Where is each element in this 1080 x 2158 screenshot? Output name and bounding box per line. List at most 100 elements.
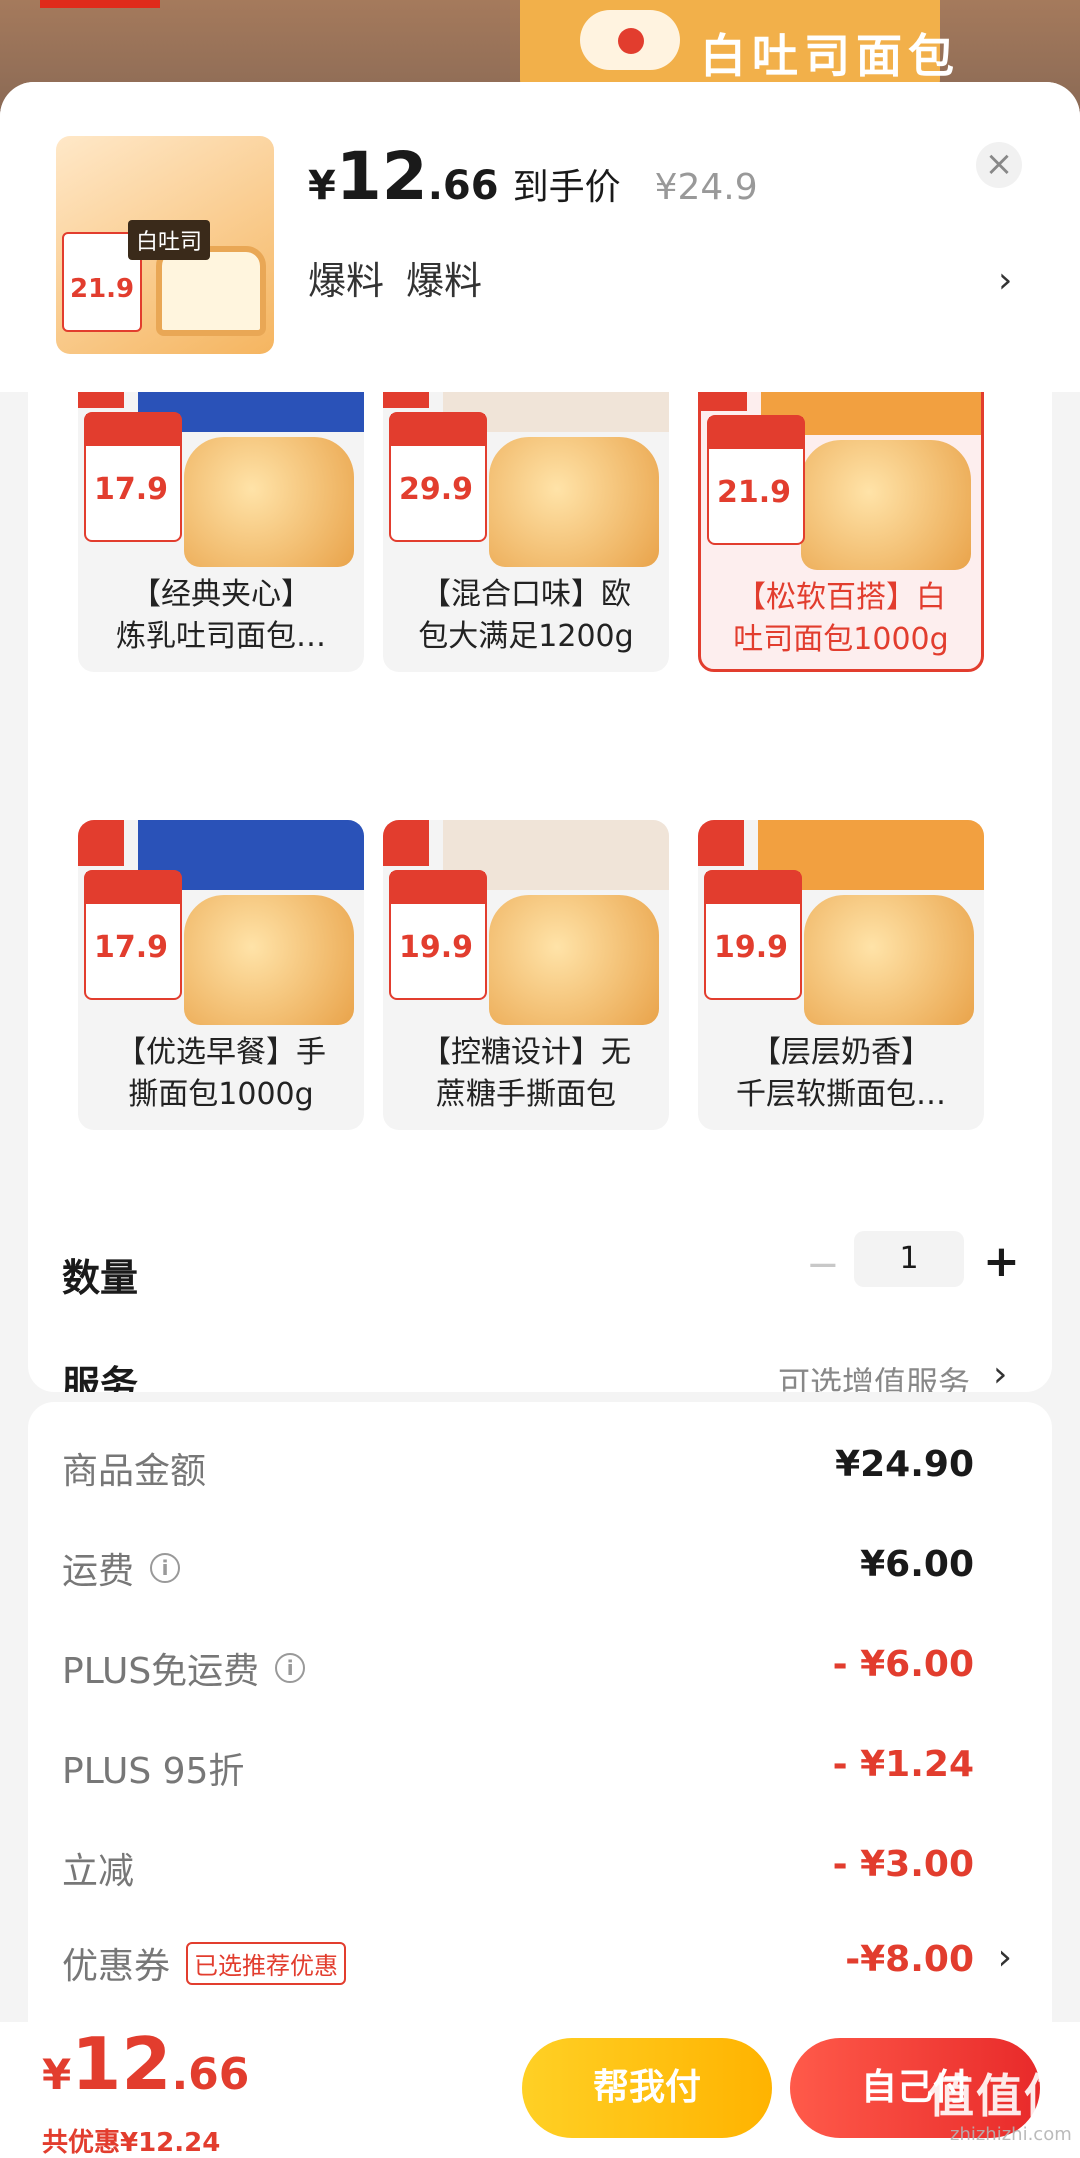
summary-label: PLUS免运费 [62,1651,260,1692]
variant-title-line1: 【经典夹心】 [131,577,311,612]
variant-caption: 【控糖设计】无 蔗糖手撕面包 [383,1032,669,1116]
summary-label-group: 优惠券 已选推荐优惠 [62,1937,347,1989]
summary-row: PLUS 95折 - ¥1.24 [62,1742,1012,1802]
variant-price: 29.9 [399,472,474,507]
variant-caption: 【层层奶香】 千层软撕面包… [698,1032,984,1116]
variant-card[interactable]: 17.9 【经典夹心】 炼乳吐司面包… [78,392,364,672]
variant-card[interactable]: 19.9 【层层奶香】 千层软撕面包… [698,820,984,1130]
close-icon[interactable]: × [976,142,1022,188]
summary-label-group: 运费 i [62,1542,181,1594]
summary-value: - ¥3.00 [832,1844,974,1885]
variant-title-line2: 蔗糖手撕面包 [436,1077,616,1112]
variant-price-box: 21.9 [707,415,805,545]
variant-title-line1: 【松软百搭】白 [736,580,946,615]
quantity-input[interactable]: 1 [854,1231,964,1287]
summary-row: 立减 - ¥3.00 [62,1842,1012,1902]
brand-badge-icon [78,392,124,408]
info-icon[interactable]: i [275,1653,306,1683]
bread-image [801,440,971,570]
variant-title-line2: 包大满足1200g [418,619,634,654]
background-title: 白吐司面包 [700,29,960,83]
quantity-plus-button[interactable]: + [983,1236,1020,1287]
variant-image: 29.9 [383,392,669,577]
brand-badge-icon [383,392,429,408]
variant-price-box: 29.9 [389,412,487,542]
summary-label-group: 立减 [62,1842,134,1894]
summary-value: - ¥6.00 [832,1644,974,1685]
service-label: 服务 [62,1363,139,1392]
service-option[interactable]: 可选增值服务 [778,1358,970,1392]
summary-label-group: 商品金额 [62,1442,206,1494]
variant-price: 17.9 [94,930,169,965]
quantity-minus-button[interactable]: − [806,1242,840,1288]
bread-image [804,895,974,1025]
summary-value: ¥24.90 [835,1444,974,1485]
thumb-label: 白吐司 [128,220,211,260]
price-yen: ¥ [308,163,336,209]
variant-title-line1: 【层层奶香】 [751,1035,931,1070]
tag-item: 爆料 [308,259,385,303]
total-yen: ¥ [42,2050,72,2099]
price-tag: 到手价 [512,167,621,208]
total-price: ¥ 12 .66 [42,2022,249,2106]
variant-card[interactable]: 29.9 【混合口味】欧 包大满足1200g [383,392,669,672]
tags-row[interactable]: 爆料 爆料 [308,250,482,305]
variant-image: 17.9 [78,392,364,577]
sheet-header: 21.9 白吐司 ¥ 12 .66 到手价 ¥24.9 爆料 爆料 × › [0,82,1080,392]
brand-red-tag [40,0,160,8]
bread-image [489,437,659,567]
options-panel: 17.9 【经典夹心】 炼乳吐司面包… 29.9 【混合口味】欧 包大满足1200g 21.… [28,392,1052,1392]
variant-price: 21.9 [717,475,792,510]
variant-price-box: 17.9 [84,412,182,542]
brand-badge-icon [701,392,747,411]
summary-row[interactable]: 优惠券 已选推荐优惠 -¥8.00 › [62,1937,1012,1997]
variant-image: 21.9 [701,392,981,580]
chevron-right-icon[interactable]: › [998,260,1012,301]
variant-image: 19.9 [698,820,984,1035]
chevron-right-icon[interactable]: › [998,1937,1012,1978]
variant-image: 19.9 [383,820,669,1035]
variant-card[interactable]: 21.9 【松软百搭】白 吐司面包1000g [698,392,984,672]
summary-row: 运费 i ¥6.00 [62,1542,1012,1602]
quantity-label: 数量 [62,1256,139,1300]
chevron-right-icon[interactable]: › [993,1354,1007,1392]
summary-value: -¥8.00 [845,1939,974,1980]
summary-label: 商品金额 [62,1451,207,1492]
variant-title-line2: 炼乳吐司面包… [116,619,326,654]
bread-image [489,895,659,1025]
variant-title-line2: 撕面包1000g [128,1077,314,1112]
watermark-url: zhizhizhi.com [950,2124,1072,2145]
price-row: ¥ 12 .66 到手价 ¥24.9 [308,138,758,215]
variant-card[interactable]: 19.9 【控糖设计】无 蔗糖手撕面包 [383,820,669,1130]
bread-image [184,437,354,567]
variant-title-line1: 【控糖设计】无 [421,1035,631,1070]
variant-caption: 【混合口味】欧 包大满足1200g [383,574,669,658]
variant-caption: 【经典夹心】 炼乳吐司面包… [78,574,364,658]
variant-price: 19.9 [399,930,474,965]
price-decimal: .66 [427,163,499,209]
info-icon[interactable]: i [150,1553,181,1583]
variant-image: 17.9 [78,820,364,1035]
variant-price-box: 19.9 [389,870,487,1000]
summary-label: PLUS 95折 [62,1751,245,1792]
variant-price-box: 17.9 [84,870,182,1000]
summary-label: 优惠券 [62,1946,171,1987]
variant-caption: 【优选早餐】手 撕面包1000g [78,1032,364,1116]
help-pay-button[interactable]: 帮我付 [522,2038,772,2138]
original-price: ¥24.9 [654,167,758,208]
variant-title-line2: 千层软撕面包… [736,1077,946,1112]
variant-title-line1: 【优选早餐】手 [116,1035,326,1070]
product-thumbnail[interactable]: 21.9 白吐司 [56,136,274,354]
variant-caption: 【松软百搭】白 吐司面包1000g [701,577,981,661]
summary-label: 运费 [62,1551,135,1592]
total-integer: 12 [71,2022,172,2106]
purchase-sheet: 21.9 白吐司 ¥ 12 .66 到手价 ¥24.9 爆料 爆料 × › 17… [0,82,1080,2158]
brand-logo-icon [580,10,680,70]
summary-value: ¥6.00 [860,1544,974,1585]
brand-badge-icon [383,820,429,866]
checkout-footer: ¥ 12 .66 共优惠¥12.24 帮我付 自己付 [0,2022,1080,2158]
summary-label-group: PLUS 95折 [62,1742,244,1794]
watermark: 值值值 [928,2069,1072,2123]
variant-card[interactable]: 17.9 【优选早餐】手 撕面包1000g [78,820,364,1130]
brand-badge-icon [698,820,744,866]
